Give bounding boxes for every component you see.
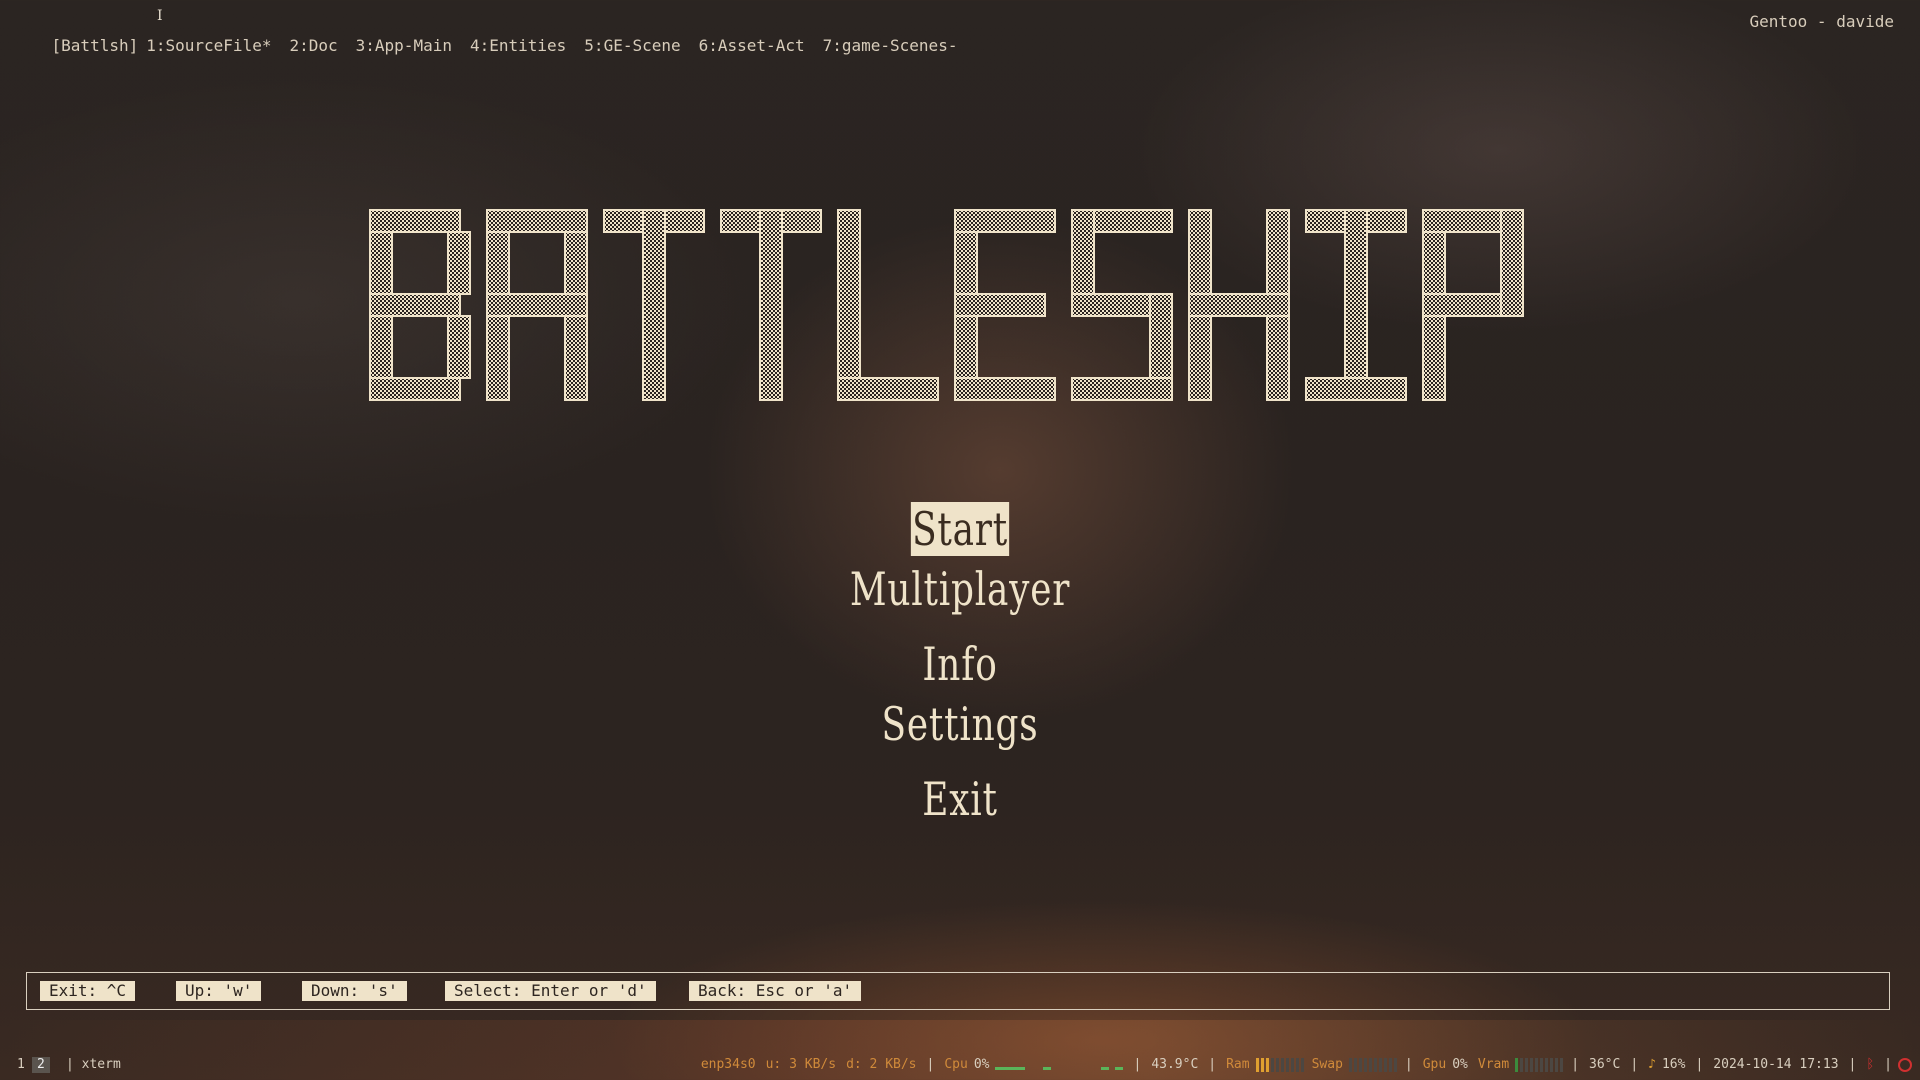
cpu-temperature: 43.9°C	[1151, 1057, 1199, 1072]
power-icon[interactable]	[1898, 1058, 1912, 1072]
logo-letter-h	[1188, 209, 1290, 401]
menu-item-settings-label: Settings	[881, 697, 1039, 751]
menu-item-start-label: Start	[910, 502, 1010, 556]
cpu-usage-graph	[995, 1058, 1127, 1072]
help-key-up: Up: 'w'	[176, 981, 262, 1001]
text-cursor-icon: I	[157, 8, 163, 24]
tmux-tab-asset-act[interactable]: 6:Asset-Act	[699, 36, 805, 55]
ram-usage-bars	[1255, 1058, 1306, 1072]
gpu-temperature: 36°C	[1589, 1057, 1621, 1072]
logo-letter-p	[1422, 209, 1524, 401]
logo-letter-a	[486, 209, 588, 401]
logo-letter-t	[603, 209, 705, 401]
main-menu: Start Multiplayer Info Settings Exit	[760, 500, 1160, 840]
volume-value[interactable]: 16%	[1662, 1054, 1685, 1076]
gpu-value: 0%	[1452, 1057, 1468, 1072]
net-upload: u: 3 KB/s	[765, 1057, 837, 1072]
cpu-value: 0%	[973, 1057, 990, 1072]
music-note-icon[interactable]: ♪	[1648, 1054, 1656, 1076]
tmux-tab-doc[interactable]: 2:Doc	[289, 36, 337, 55]
tmux-tab-ge-scene[interactable]: 5:GE-Scene	[584, 36, 680, 55]
help-key-back: Back: Esc or 'a'	[689, 981, 862, 1001]
menu-item-multiplayer[interactable]: Multiplayer	[804, 560, 1116, 618]
workspace-2-button[interactable]: 2	[32, 1057, 50, 1073]
battleship-logo-graphic	[369, 209, 1524, 401]
ram-label: Ram	[1226, 1057, 1250, 1072]
game-title-logo	[369, 205, 1550, 410]
keybinding-help-bar: Exit: ^C Up: 'w' Down: 's' Select: Enter…	[26, 972, 1890, 1010]
datetime-label: 2024-10-14 17:13	[1713, 1057, 1839, 1072]
logo-letter-b	[369, 209, 471, 401]
logo-letter-e	[954, 209, 1056, 401]
help-key-exit: Exit: ^C	[40, 981, 136, 1001]
menu-item-info-label: Info	[922, 637, 998, 691]
vram-usage-bars	[1515, 1058, 1565, 1072]
net-download: d: 2 KB/s	[846, 1057, 917, 1072]
menu-item-start[interactable]: Start	[804, 500, 1116, 558]
system-status-bar: 1 2 | xterm enp34s0 u: 3 KB/s d: 2 KB/s …	[0, 1054, 1920, 1076]
system-monitors: enp34s0 u: 3 KB/s d: 2 KB/s | Cpu 0% | 4…	[701, 1054, 1912, 1076]
tmux-tab-entities[interactable]: 4:Entities	[470, 36, 566, 55]
cpu-label: Cpu	[944, 1057, 968, 1072]
menu-item-info[interactable]: Info	[804, 635, 1116, 693]
logo-letter-l	[837, 209, 939, 401]
help-key-down: Down: 's'	[302, 981, 407, 1001]
tmux-session-name[interactable]: [Battlsh]	[52, 36, 139, 55]
help-key-select: Select: Enter or 'd'	[445, 981, 656, 1001]
window-info: | xterm	[66, 1057, 121, 1072]
window-title: xterm	[81, 1057, 121, 1072]
logo-letter-i	[1305, 209, 1407, 401]
workspace-1-button[interactable]: 1	[12, 1057, 30, 1073]
hostname-label: Gentoo - davide	[1749, 12, 1895, 31]
swap-usage-bars	[1348, 1058, 1399, 1072]
menu-item-exit-label: Exit	[922, 772, 998, 826]
menu-item-settings[interactable]: Settings	[804, 695, 1116, 753]
gpu-label: Gpu	[1422, 1057, 1447, 1072]
tmux-window-bar: [Battlsh] 1:SourceFile* 2:Doc 3:App-Main 4:E…	[13, 10, 1895, 55]
net-interface: enp34s0	[700, 1057, 756, 1072]
swap-label: Swap	[1311, 1057, 1343, 1072]
bluetooth-icon[interactable]: ᛒ	[1866, 1054, 1874, 1076]
menu-item-exit[interactable]: Exit	[804, 770, 1116, 828]
logo-letter-t	[720, 209, 822, 401]
tmux-tab-app-main[interactable]: 3:App-Main	[356, 36, 452, 55]
tmux-tab-sourcefile[interactable]: 1:SourceFile*	[146, 36, 271, 55]
logo-letter-s	[1071, 209, 1173, 401]
tmux-tab-game-scenes[interactable]: 7:game-Scenes-	[823, 36, 958, 55]
vram-label: Vram	[1477, 1057, 1510, 1072]
menu-item-multiplayer-label: Multiplayer	[849, 562, 1071, 616]
